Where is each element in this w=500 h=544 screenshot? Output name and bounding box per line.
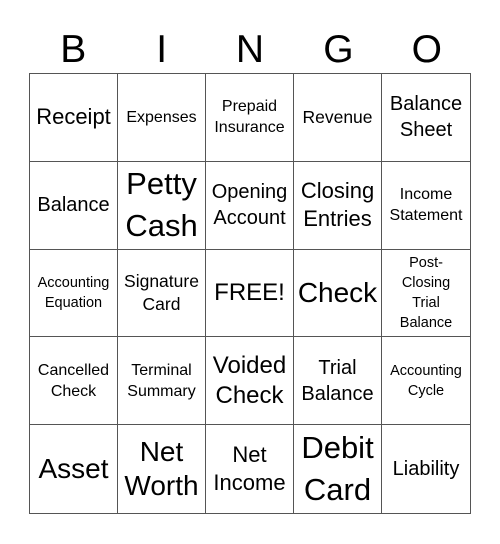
bingo-cell-label: Post- Closing Trial Balance — [399, 254, 453, 331]
bingo-cell-label: Asset — [38, 453, 109, 485]
bingo-cell[interactable]: Accounting Cycle — [382, 337, 470, 426]
bingo-cell-label: Balance — [37, 194, 110, 217]
bingo-cell-label: Balance Sheet — [389, 93, 463, 142]
bingo-cell-label: Cancelled Check — [37, 361, 110, 400]
bingo-cell[interactable]: Terminal Summary — [118, 337, 206, 426]
bingo-cell-label: Debit Card — [301, 430, 374, 508]
bingo-cell[interactable]: Closing Entries — [294, 161, 382, 250]
bingo-cell[interactable]: Net Worth — [118, 425, 206, 513]
bingo-cell[interactable]: Cancelled Check — [30, 337, 118, 426]
bingo-cell-label: Receipt — [36, 104, 111, 130]
bingo-cell[interactable]: Debit Card — [294, 425, 382, 513]
bingo-cell-label: Trial Balance — [301, 356, 374, 405]
bingo-cell-label: Terminal Summary — [127, 361, 196, 400]
bingo-cell[interactable]: Signature Card — [118, 249, 206, 338]
bingo-cell[interactable]: Trial Balance — [294, 337, 382, 426]
bingo-cell[interactable]: Revenue — [294, 74, 382, 162]
bingo-cell[interactable]: Asset — [30, 425, 118, 513]
bingo-cell-free[interactable]: FREE! — [206, 249, 294, 338]
bingo-cell-label: Liability — [392, 458, 460, 481]
bingo-cell[interactable]: Prepaid Insurance — [206, 74, 294, 162]
bingo-cell-label: FREE! — [214, 278, 285, 306]
bingo-cell-label: Opening Account — [211, 181, 288, 230]
bingo-cell[interactable]: Balance Sheet — [382, 74, 470, 162]
bingo-cell-label: Revenue — [302, 106, 373, 127]
bingo-cell[interactable]: Accounting Equation — [30, 249, 118, 338]
header-letter-o: O — [411, 28, 442, 71]
bingo-grid: Receipt Expenses Prepaid Insurance Revenue B… — [29, 73, 471, 514]
header-letter-n: N — [235, 28, 265, 71]
bingo-cell-label: Petty Cash — [125, 166, 198, 244]
bingo-cell[interactable]: Check — [294, 249, 382, 338]
header-letter-g: G — [323, 28, 354, 71]
bingo-cell[interactable]: Post- Closing Trial Balance — [382, 250, 470, 338]
header-letter-i: I — [156, 28, 168, 71]
bingo-cell-label: Prepaid Insurance — [214, 98, 285, 137]
bingo-header: B I N G O — [29, 28, 471, 72]
bingo-cell[interactable]: Receipt — [30, 74, 118, 162]
bingo-cell[interactable]: Net Income — [206, 425, 294, 513]
bingo-cell[interactable]: Expenses — [118, 74, 206, 162]
bingo-cell-label: Expenses — [126, 108, 197, 126]
bingo-cell-label: Signature Card — [124, 270, 199, 314]
bingo-cell-label: Accounting Equation — [37, 274, 110, 311]
bingo-cell-label: Accounting Cycle — [390, 362, 462, 399]
bingo-cell-label: Net Worth — [124, 436, 199, 502]
bingo-cell[interactable]: Balance — [30, 161, 118, 250]
bingo-cell[interactable]: Petty Cash — [118, 161, 206, 250]
header-letter-b: B — [60, 28, 87, 71]
bingo-cell[interactable]: Voided Check — [206, 337, 294, 426]
bingo-cell-label: Closing Entries — [300, 178, 375, 232]
bingo-cell-label: Check — [297, 276, 378, 308]
bingo-cell[interactable]: Income Statement — [382, 162, 470, 250]
bingo-cell-label: Voided Check — [212, 351, 287, 409]
bingo-cell[interactable]: Opening Account — [206, 161, 294, 250]
bingo-cell[interactable]: Liability — [382, 425, 470, 513]
bingo-cell-label: Income Statement — [389, 186, 463, 225]
bingo-cell-label: Net Income — [213, 442, 286, 496]
